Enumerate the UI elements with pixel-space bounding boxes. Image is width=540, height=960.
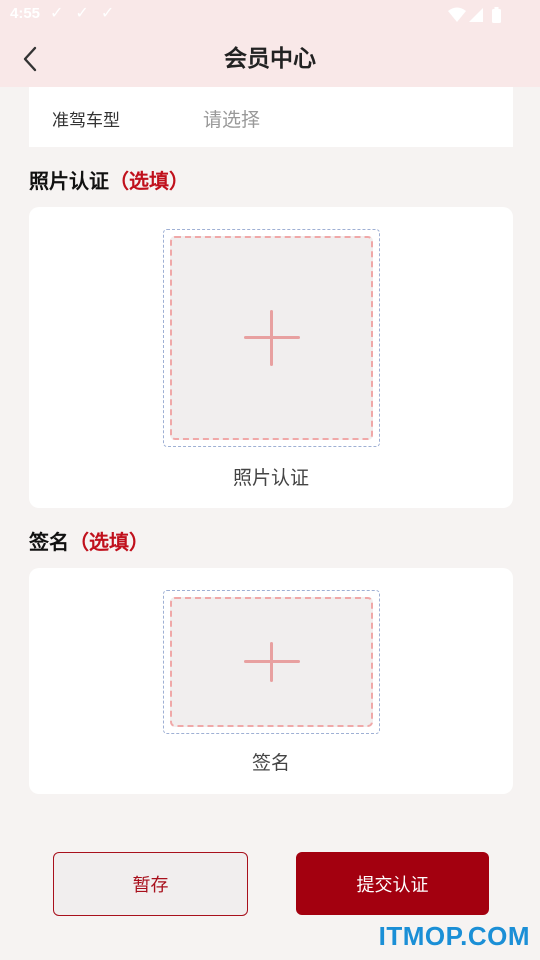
status-bar: 4:55 ✓✓✓ xyxy=(0,0,540,30)
driving-type-label: 准驾车型 xyxy=(52,111,120,131)
photo-upload-card: 照片认证 xyxy=(29,207,513,508)
battery-icon xyxy=(492,9,501,23)
signature-upload-card: 签名 xyxy=(29,568,513,794)
signature-upload-area xyxy=(170,597,373,727)
status-time: 4:55 xyxy=(10,5,41,22)
photo-optional-tag: （选填） xyxy=(109,169,189,193)
signature-section-title: 签名（选填） xyxy=(29,526,149,555)
chevron-left-icon xyxy=(23,46,37,72)
plus-icon-vertical xyxy=(269,310,273,366)
photo-upload-box[interactable] xyxy=(163,229,380,447)
submit-verification-button[interactable]: 提交认证 xyxy=(296,852,489,915)
notification-check-icons: ✓✓✓ xyxy=(50,3,127,22)
plus-icon-vertical xyxy=(269,642,273,682)
signature-upload-caption: 签名 xyxy=(251,752,290,774)
driving-type-select[interactable]: 请选择 xyxy=(203,105,260,132)
signature-upload-box[interactable] xyxy=(163,590,380,734)
back-button[interactable] xyxy=(10,40,50,78)
app-header: 会员中心 xyxy=(0,30,540,87)
save-draft-button[interactable]: 暂存 xyxy=(53,852,248,916)
signature-optional-tag: （选填） xyxy=(69,530,149,554)
status-icons xyxy=(448,7,501,23)
signature-section-title-text: 签名 xyxy=(29,530,69,554)
page-title: 会员中心 xyxy=(224,46,316,72)
wifi-icon xyxy=(448,7,466,22)
photo-upload-area xyxy=(170,236,373,440)
photo-section-title-text: 照片认证 xyxy=(29,169,109,193)
site-watermark: ITMOP.COM xyxy=(378,921,530,951)
photo-upload-caption: 照片认证 xyxy=(232,467,309,489)
photo-section-title: 照片认证（选填） xyxy=(29,165,189,194)
driving-type-row[interactable]: 准驾车型 请选择 xyxy=(29,87,513,147)
signal-icon xyxy=(469,8,483,22)
